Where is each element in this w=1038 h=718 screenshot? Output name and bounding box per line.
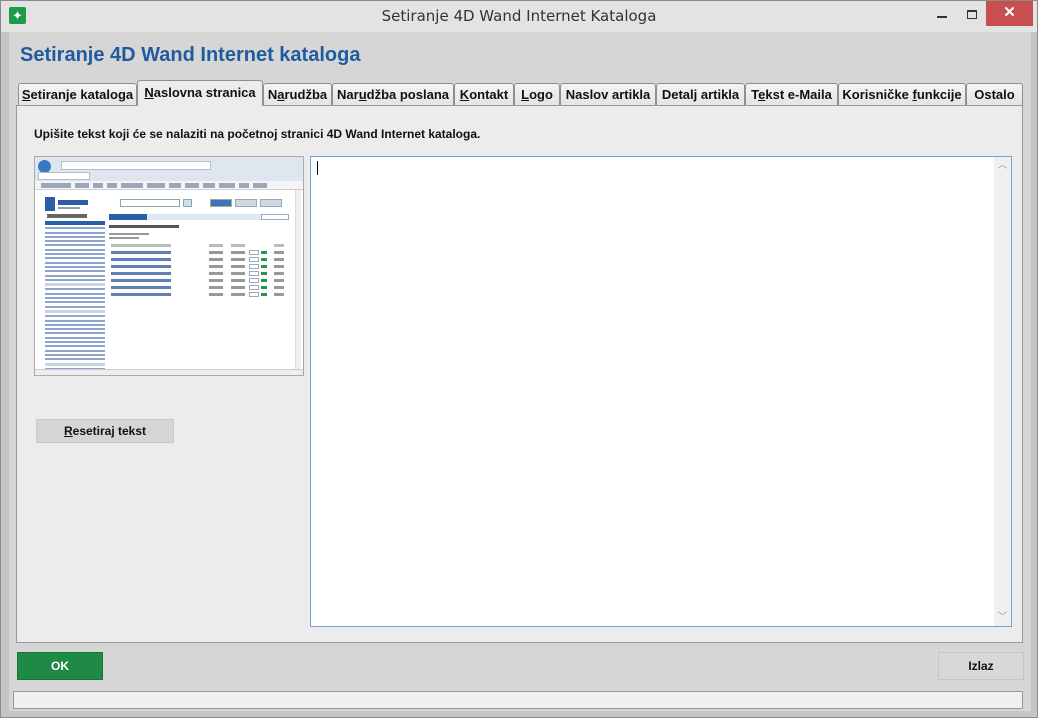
preview-sidebar-list — [45, 221, 105, 372]
text-editor-scrollbar[interactable]: ︿ ﹀ — [994, 157, 1011, 626]
tab-label: Tekst e-Maila — [751, 87, 832, 102]
tab-tekst-e-maila[interactable]: Tekst e-Maila — [745, 83, 838, 105]
dialog-window: ✦ Setiranje 4D Wand Internet Kataloga ✕ … — [0, 0, 1038, 718]
tab-label: Ostalo — [974, 87, 1015, 102]
preview-fav — [93, 183, 103, 188]
ok-button-label: OK — [51, 659, 69, 673]
preview-fav — [121, 183, 143, 188]
preview-statusbar — [35, 369, 303, 375]
instruction-text: Upišite tekst koji će se nalaziti na poč… — [34, 127, 481, 141]
preview-nav-button — [260, 199, 282, 207]
tab-label: Narudžba poslana — [337, 87, 449, 102]
tab-label: Kontakt — [459, 87, 509, 102]
preview-search-icon — [183, 199, 192, 207]
close-button[interactable]: ✕ — [986, 1, 1033, 26]
tab-label: Naslovna stranica — [144, 85, 256, 100]
preview-favorites-bar — [35, 181, 303, 190]
preview-browser-toolbar — [35, 157, 303, 181]
scroll-down-icon[interactable]: ﹀ — [994, 609, 1011, 626]
tab-detalj-artikla[interactable]: Detalj artikla — [656, 83, 745, 105]
preview-text-line — [109, 237, 139, 239]
title-bar: ✦ Setiranje 4D Wand Internet Kataloga ✕ — [1, 1, 1037, 32]
reset-text-button-label: Resetiraj tekst — [63, 424, 147, 438]
tab-narudzba[interactable]: Narudžba — [263, 83, 332, 105]
preview-fav — [41, 183, 71, 188]
preview-tab — [38, 172, 90, 180]
preview-fav — [147, 183, 165, 188]
reset-text-button[interactable]: Resetiraj tekst — [36, 419, 174, 443]
maximize-button[interactable] — [957, 1, 987, 26]
tab-label: Korisničke funkcije — [842, 87, 962, 102]
tab-ostalo[interactable]: Ostalo — [966, 83, 1023, 105]
close-icon: ✕ — [1003, 4, 1016, 21]
page-title: Setiranje 4D Wand Internet kataloga — [20, 44, 361, 66]
preview-welcome-text — [109, 225, 179, 228]
tab-naslovna-stranica[interactable]: Naslovna stranica — [137, 80, 263, 106]
tab-setiranje-kataloga[interactable]: Setiranje kataloga — [18, 83, 137, 105]
preview-search-box — [120, 199, 180, 207]
ok-button[interactable]: OK — [17, 652, 103, 680]
tab-naslov-artikla[interactable]: Naslov artikla — [560, 83, 656, 105]
preview-fav — [239, 183, 249, 188]
homepage-text-editor[interactable]: ︿ ﹀ — [310, 156, 1012, 627]
preview-fav — [107, 183, 117, 188]
tab-label: Logo — [521, 87, 553, 102]
status-bar — [13, 691, 1023, 709]
preview-fav — [203, 183, 215, 188]
window-title: Setiranje 4D Wand Internet Kataloga — [381, 7, 657, 25]
scroll-up-icon[interactable]: ︿ — [994, 157, 1011, 174]
preview-main-header — [109, 214, 289, 220]
preview-tabstrip — [35, 171, 303, 181]
preview-product-table — [109, 243, 289, 299]
preview-nav-button — [235, 199, 257, 207]
preview-address-bar — [61, 161, 211, 170]
tab-kontakt[interactable]: Kontakt — [454, 83, 514, 105]
preview-fav — [219, 183, 235, 188]
maximize-icon — [967, 9, 977, 19]
preview-fav — [75, 183, 89, 188]
preview-fav — [169, 183, 181, 188]
preview-fav — [185, 183, 199, 188]
preview-nav-button — [210, 199, 232, 207]
exit-button[interactable]: Izlaz — [938, 652, 1024, 680]
preview-scrollbar — [295, 190, 301, 370]
tab-label: Narudžba — [267, 87, 328, 102]
tab-narudzba-poslana[interactable]: Narudžba poslana — [332, 83, 454, 105]
minimize-icon — [937, 16, 947, 19]
preview-text-line — [109, 233, 149, 235]
tab-label: Detalj artikla — [661, 87, 740, 102]
minimize-button[interactable] — [927, 1, 957, 26]
preview-sidebar-title — [47, 214, 87, 218]
client-area: Setiranje 4D Wand Internet kataloga Seti… — [9, 32, 1031, 711]
text-caret — [317, 161, 318, 175]
tab-korisnicke-funkcije[interactable]: Korisničke funkcije — [838, 83, 966, 105]
preview-fav — [253, 183, 267, 188]
exit-button-label: Izlaz — [968, 659, 994, 673]
homepage-preview-image — [34, 156, 304, 376]
tab-label: Setiranje kataloga — [21, 87, 134, 102]
tab-logo[interactable]: Logo — [514, 83, 560, 105]
tab-label: Naslov artikla — [565, 87, 651, 102]
preview-logo — [45, 197, 89, 211]
tab-panel-naslovna-stranica: Upišite tekst koji će se nalaziti na poč… — [16, 105, 1023, 643]
